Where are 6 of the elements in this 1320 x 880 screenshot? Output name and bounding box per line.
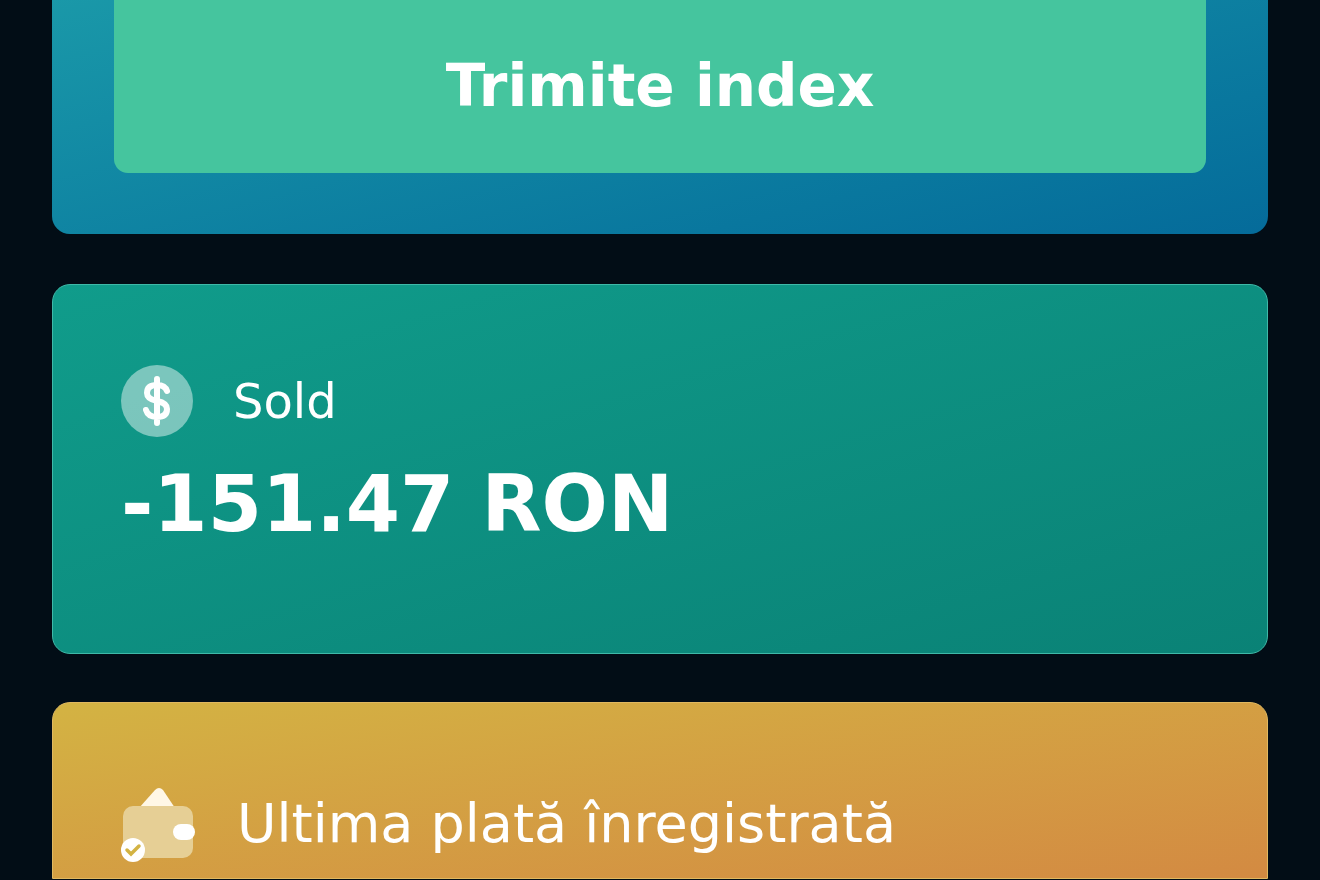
card-label: Sold xyxy=(233,372,337,431)
wallet-check-icon xyxy=(121,785,197,862)
balance-amount: -151.47 RON xyxy=(121,465,675,543)
dollar-icon xyxy=(121,365,193,437)
card-label: Ultima plată înregistrată xyxy=(237,791,896,857)
submit-button[interactable]: Trimite index xyxy=(114,0,1206,173)
